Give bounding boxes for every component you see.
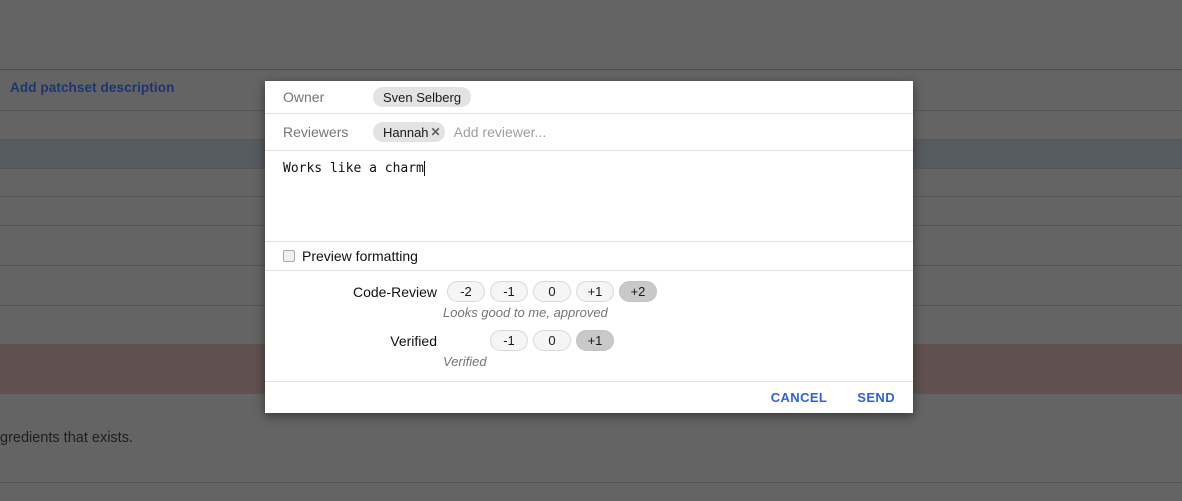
- code-review-plus2-button[interactable]: +2: [619, 281, 657, 302]
- add-patchset-description-link: Add patchset description: [10, 80, 174, 95]
- send-button[interactable]: SEND: [857, 390, 895, 405]
- verified-plus1-button[interactable]: +1: [576, 330, 614, 351]
- reviewer-chip-name: Hannah: [383, 125, 429, 140]
- commit-message-fragment: gredients that exists.: [0, 430, 133, 446]
- code-review-minus1-button[interactable]: -1: [490, 281, 528, 302]
- code-review-pills: -2 -1 0 +1 +2: [447, 281, 662, 302]
- code-review-row: Code-Review -2 -1 0 +1 +2: [265, 281, 913, 302]
- preview-formatting-row: Preview formatting: [265, 242, 913, 271]
- owner-chip: Sven Selberg: [373, 87, 471, 107]
- owner-label: Owner: [283, 89, 373, 105]
- score-section: Code-Review -2 -1 0 +1 +2 Looks good to …: [265, 271, 913, 381]
- cancel-button[interactable]: CANCEL: [771, 390, 828, 405]
- code-review-zero-button[interactable]: 0: [533, 281, 571, 302]
- reviewers-row: Reviewers Hannah✕ Add reviewer...: [265, 114, 913, 151]
- verified-label: Verified: [265, 333, 437, 349]
- text-caret: [424, 161, 426, 176]
- verified-description: Verified: [443, 354, 913, 369]
- verified-zero-button[interactable]: 0: [533, 330, 571, 351]
- reply-message-text: Works like a charm: [283, 161, 424, 176]
- verified-row: Verified -1 0 +1: [265, 330, 913, 351]
- header-divider: [0, 69, 1182, 70]
- remove-reviewer-icon[interactable]: ✕: [431, 126, 441, 138]
- code-review-label: Code-Review: [265, 284, 437, 300]
- code-review-plus1-button[interactable]: +1: [576, 281, 614, 302]
- reply-dialog: Owner Sven Selberg Reviewers Hannah✕ Add…: [265, 81, 913, 413]
- preview-formatting-label: Preview formatting: [302, 248, 418, 264]
- add-reviewer-input[interactable]: Add reviewer...: [454, 124, 547, 140]
- dialog-actions: CANCEL SEND: [265, 381, 913, 413]
- owner-row: Owner Sven Selberg: [265, 81, 913, 114]
- preview-formatting-checkbox[interactable]: [283, 250, 295, 262]
- reply-message-textarea[interactable]: Works like a charm: [265, 151, 913, 242]
- row-divider: [0, 482, 1182, 483]
- verified-pills: -1 0 +1: [490, 330, 619, 351]
- reviewer-chip: Hannah✕: [373, 122, 445, 142]
- code-review-minus2-button[interactable]: -2: [447, 281, 485, 302]
- reviewers-label: Reviewers: [283, 124, 373, 140]
- verified-minus1-button[interactable]: -1: [490, 330, 528, 351]
- code-review-description: Looks good to me, approved: [443, 305, 913, 320]
